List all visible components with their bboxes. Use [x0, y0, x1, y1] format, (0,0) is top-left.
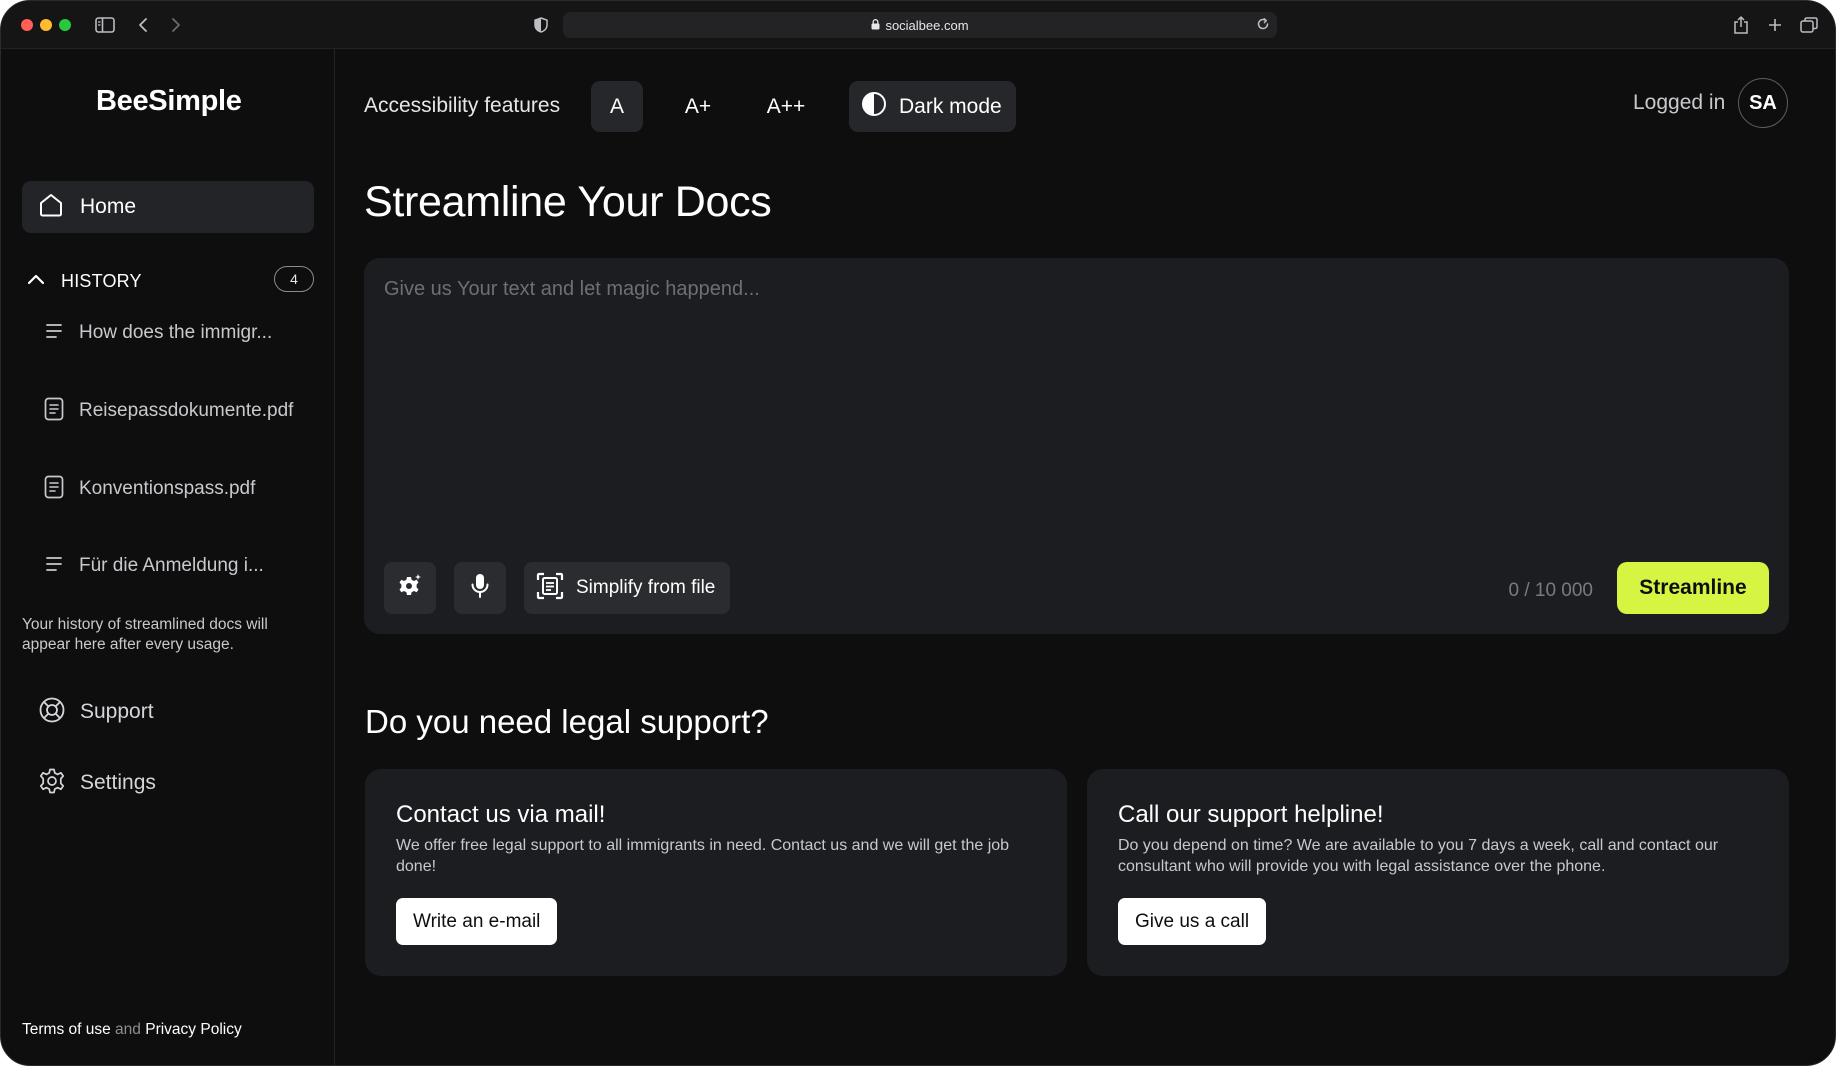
simplify-from-file-label: Simplify from file: [576, 577, 716, 598]
microphone-icon: [469, 572, 491, 605]
character-counter: 0 / 10 000: [1508, 580, 1593, 601]
history-item[interactable]: How does the immigr...: [43, 318, 272, 348]
tab-overview-icon[interactable]: [1797, 13, 1821, 37]
app-logo[interactable]: BeeSimple: [96, 85, 242, 118]
footer-links: Terms of use and Privacy Policy: [22, 1021, 242, 1039]
terms-link[interactable]: Terms of use: [22, 1021, 111, 1038]
lifebuoy-icon: [38, 696, 66, 729]
font-size-a-button[interactable]: A: [591, 81, 643, 132]
home-icon: [38, 192, 64, 223]
history-item-label: Für die Anmeldung i...: [79, 555, 264, 576]
url-text: socialbee.com: [885, 17, 969, 33]
text-lines-icon: [43, 320, 65, 347]
voice-input-button[interactable]: [454, 562, 506, 614]
scan-document-icon: [536, 572, 564, 605]
sidebar-item-settings[interactable]: Settings: [38, 766, 156, 800]
privacy-shield-icon[interactable]: [529, 13, 553, 37]
write-email-button[interactable]: Write an e-mail: [396, 898, 558, 945]
helpline-support-card: Call our support helpline! Do you depend…: [1087, 769, 1789, 976]
page-title: Streamline Your Docs: [364, 178, 772, 226]
gear-icon: [38, 767, 66, 800]
minimize-window-button[interactable]: [40, 19, 52, 31]
history-item[interactable]: Konventionspass.pdf: [43, 474, 255, 504]
text-editor-panel: Simplify from file 0 / 10 000 Streamline: [364, 258, 1789, 634]
font-size-a-plus-plus-button[interactable]: A++: [753, 81, 819, 132]
chevron-up-icon: [27, 272, 45, 290]
simplify-from-file-button[interactable]: Simplify from file: [524, 562, 730, 614]
maximize-window-button[interactable]: [59, 19, 71, 31]
card-title: Call our support helpline!: [1118, 801, 1384, 828]
new-tab-icon[interactable]: [1763, 13, 1787, 37]
share-icon[interactable]: [1729, 13, 1753, 37]
streamline-button[interactable]: Streamline: [1617, 562, 1769, 614]
close-window-button[interactable]: [21, 19, 33, 31]
history-item-label: Konventionspass.pdf: [79, 478, 256, 499]
accessibility-label: Accessibility features: [364, 94, 561, 117]
document-icon: [43, 397, 65, 426]
history-item-label: Reisepassdokumente.pdf: [79, 400, 294, 421]
sidebar-toggle-icon[interactable]: [93, 13, 117, 37]
history-hint-text: Your history of streamlined docs will ap…: [22, 616, 268, 653]
text-lines-icon: [43, 553, 65, 580]
sidebar-item-label: Home: [80, 195, 137, 218]
text-input[interactable]: [384, 278, 1764, 478]
magic-settings-button[interactable]: [384, 562, 436, 614]
forward-icon[interactable]: [164, 13, 188, 37]
footer-and-text: and: [115, 1021, 141, 1038]
give-us-a-call-button[interactable]: Give us a call: [1118, 898, 1267, 945]
browser-window: socialbee.com BeeSimple Home HISTORY 4 H…: [0, 0, 1836, 1066]
lock-icon: [871, 18, 880, 33]
sidebar-item-home[interactable]: Home: [22, 181, 314, 233]
dark-mode-label: Dark mode: [899, 94, 1002, 118]
avatar[interactable]: SA: [1738, 78, 1788, 128]
history-section-toggle[interactable]: HISTORY 4: [27, 266, 314, 296]
history-item[interactable]: Reisepassdokumente.pdf: [43, 396, 293, 426]
sidebar-item-label: Support: [80, 700, 154, 723]
font-size-a-plus-button[interactable]: A+: [671, 81, 725, 132]
login-status: Logged in: [1633, 91, 1726, 114]
card-title: Contact us via mail!: [396, 801, 606, 828]
support-section-title: Do you need legal support?: [365, 703, 769, 740]
card-description: We offer free legal support to all immig…: [396, 837, 1010, 875]
contrast-icon: [861, 91, 887, 123]
document-icon: [43, 475, 65, 504]
reload-icon[interactable]: [1255, 16, 1271, 35]
sidebar-item-label: Settings: [80, 771, 156, 794]
sidebar-item-support[interactable]: Support: [38, 695, 154, 729]
history-title: HISTORY: [61, 270, 142, 291]
back-icon[interactable]: [131, 13, 155, 37]
address-bar[interactable]: socialbee.com: [563, 12, 1277, 38]
history-count-badge: 4: [274, 266, 314, 292]
browser-toolbar: socialbee.com: [1, 1, 1835, 49]
dark-mode-toggle[interactable]: Dark mode: [849, 81, 1016, 132]
card-description: Do you depend on time? We are available …: [1118, 837, 1719, 875]
history-item[interactable]: Für die Anmeldung i...: [43, 551, 264, 581]
history-item-label: How does the immigr...: [79, 322, 273, 343]
mail-support-card: Contact us via mail! We offer free legal…: [365, 769, 1067, 976]
sidebar: BeeSimple Home HISTORY 4 How does the im…: [1, 49, 335, 1065]
gear-sparkle-icon: [396, 572, 424, 605]
privacy-policy-link[interactable]: Privacy Policy: [145, 1021, 241, 1038]
